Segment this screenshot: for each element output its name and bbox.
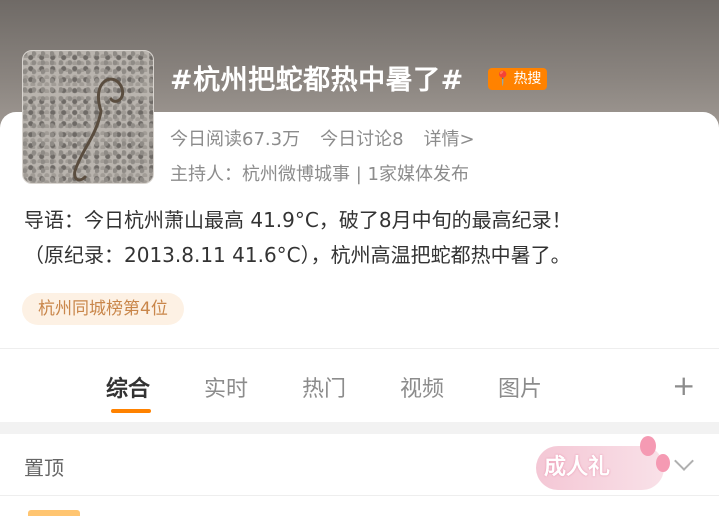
section-divider <box>0 422 719 434</box>
topic-intro: 导语：今日杭州萧山最高 41.9°C，破了8月中旬的最高纪录！ （原纪录：201… <box>24 203 704 273</box>
topic-title: #杭州把蛇都热中暑了# <box>170 65 464 96</box>
add-tab-button[interactable]: + <box>672 369 695 402</box>
hot-badge-label: 热搜 <box>513 71 542 87</box>
discussion-count: 今日讨论8 <box>320 129 404 150</box>
pinned-section[interactable]: 置顶 成人礼 <box>0 434 719 496</box>
tab-comprehensive[interactable]: 综合 <box>106 371 150 403</box>
active-tab-indicator <box>111 409 151 413</box>
pinned-label: 置顶 <box>24 456 64 480</box>
hot-search-badge[interactable]: 📍 热搜 <box>488 68 548 90</box>
sticker-text: 成人礼 <box>544 455 611 480</box>
tab-realtime[interactable]: 实时 <box>204 371 248 403</box>
tab-image[interactable]: 图片 <box>498 371 542 403</box>
intro-line-1: 导语：今日杭州萧山最高 41.9°C，破了8月中旬的最高纪录！ <box>24 208 572 232</box>
details-link[interactable]: 详情> <box>424 125 475 151</box>
tab-video[interactable]: 视频 <box>400 371 444 403</box>
host-info[interactable]: 主持人：杭州微博城事 | 1家媒体发布 <box>170 160 469 186</box>
topic-image[interactable] <box>22 50 154 184</box>
balloon-icon <box>656 454 670 472</box>
intro-line-2: （原纪录：2013.8.11 41.6°C），杭州高温把蛇都热中暑了。 <box>24 243 571 267</box>
tab-bar: 综合 实时 热门 视频 图片 <box>0 348 719 422</box>
rank-tag[interactable]: 杭州同城榜第4位 <box>22 293 184 325</box>
snake-image <box>73 77 125 182</box>
topic-stats: 今日阅读67.3万 今日讨论8 详情> <box>170 125 475 151</box>
location-pin-icon: 📍 <box>494 71 512 87</box>
chevron-down-icon[interactable] <box>674 451 694 471</box>
tab-hot[interactable]: 热门 <box>302 371 346 403</box>
next-post-preview <box>0 496 719 516</box>
next-post-badge <box>28 510 80 516</box>
read-count: 今日阅读67.3万 <box>170 129 301 150</box>
balloon-icon <box>640 436 656 456</box>
